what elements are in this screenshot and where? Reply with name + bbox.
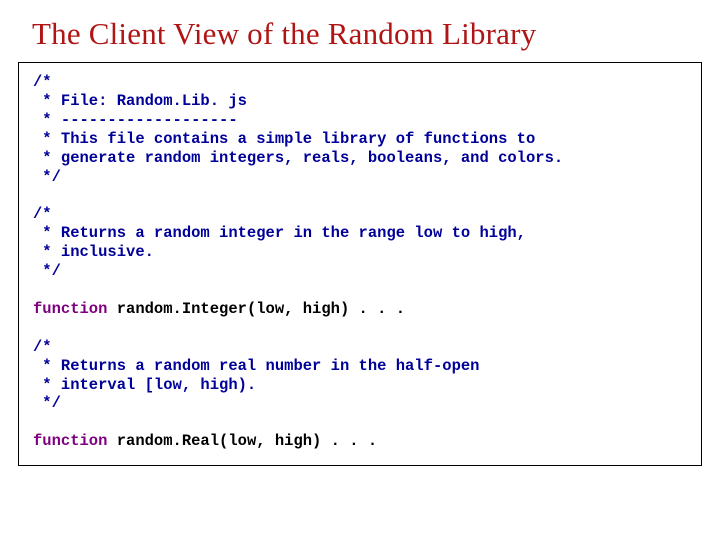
slide: The Client View of the Random Library /*…: [0, 0, 720, 540]
code-comment-3: /* * Returns a random real number in the…: [33, 338, 687, 414]
code-func-2: function random.Real(low, high) . . .: [33, 432, 687, 451]
keyword-function-1: function: [33, 300, 117, 318]
keyword-function-2: function: [33, 432, 117, 450]
func-signature-2: random.Real(low, high) . . .: [117, 432, 377, 450]
blank-4: [33, 413, 687, 432]
blank-3: [33, 319, 687, 338]
func-signature-1: random.Integer(low, high) . . .: [117, 300, 405, 318]
code-comment-2: /* * Returns a random integer in the ran…: [33, 205, 687, 281]
blank-1: [33, 186, 687, 205]
blank-2: [33, 281, 687, 300]
code-comment-1: /* * File: Random.Lib. js * ------------…: [33, 73, 687, 186]
code-box: /* * File: Random.Lib. js * ------------…: [18, 62, 702, 466]
slide-title: The Client View of the Random Library: [0, 0, 720, 62]
code-func-1: function random.Integer(low, high) . . .: [33, 300, 687, 319]
